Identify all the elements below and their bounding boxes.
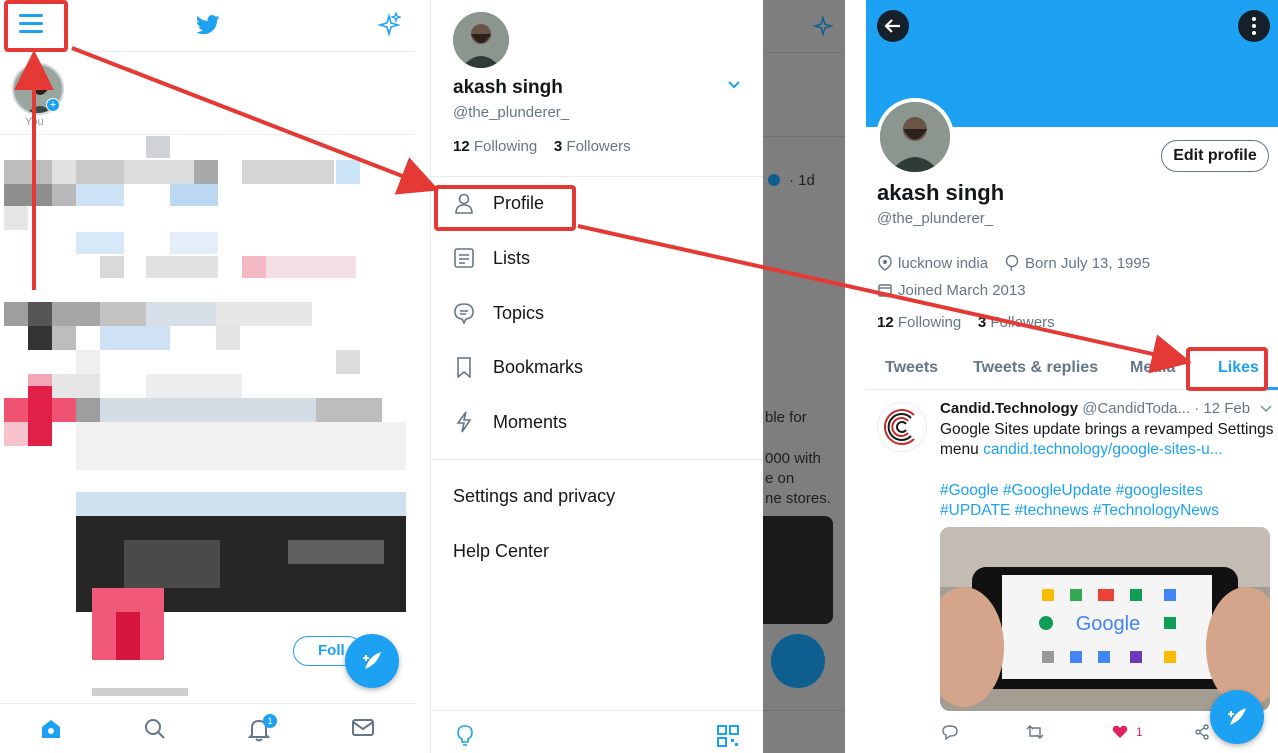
profile-birthdate: Born July 13, 1995 <box>1025 255 1151 272</box>
notification-badge: 1 <box>263 714 277 728</box>
arrow-left-icon <box>884 19 900 33</box>
compose-icon <box>1228 708 1246 725</box>
topic-icon <box>454 303 474 324</box>
qr-code-icon[interactable] <box>717 725 739 747</box>
compose-button[interactable] <box>345 634 399 688</box>
highlight-menu <box>4 0 68 52</box>
followers-label: Followers <box>990 314 1055 331</box>
more-vertical-icon <box>1252 17 1256 35</box>
divider <box>431 176 763 177</box>
lightning-icon <box>456 411 472 433</box>
home-icon[interactable] <box>40 718 62 740</box>
overlay-text: ble for <box>765 409 807 426</box>
followers-count: 3 <box>977 314 987 331</box>
sparkle-icon[interactable] <box>377 12 401 38</box>
chevron-down-icon[interactable] <box>727 80 741 90</box>
overlay-time: · 1d <box>789 172 815 189</box>
profile-follow-stats[interactable]: 12 Following 3 Followers <box>877 314 1055 331</box>
blurred-timeline <box>0 136 415 702</box>
dimmed-timeline-overlay[interactable]: · 1d ble for 000 with e on ne stores. <box>763 0 845 753</box>
tweet-header: Candid.Technology @CandidToda... · 12 Fe… <box>940 400 1276 417</box>
settings-and-privacy-link[interactable]: Settings and privacy <box>453 486 615 507</box>
more-options-button[interactable] <box>1238 10 1270 42</box>
tab-tweets-and-replies[interactable]: Tweets & replies <box>973 359 1098 377</box>
edit-profile-button[interactable]: Edit profile <box>1161 140 1269 172</box>
profile-location: lucknow india <box>898 255 989 272</box>
location-icon <box>878 255 892 271</box>
hashtag-line[interactable]: #Google #GoogleUpdate #googlesites <box>940 481 1274 501</box>
following-label: Following <box>473 138 538 155</box>
highlight-profile <box>434 185 576 231</box>
twitter-bird-icon <box>196 15 220 35</box>
following-count: 12 <box>453 138 470 155</box>
tweet-link[interactable]: candid.technology/google-sites-u... <box>983 441 1223 458</box>
search-icon[interactable] <box>144 718 166 740</box>
bookmark-icon <box>457 357 471 378</box>
profile-handle: @the_plunderer_ <box>877 210 994 227</box>
chevron-down-icon[interactable] <box>1260 405 1272 413</box>
navigation-drawer: akash singh @the_plunderer_ 12 Following… <box>431 0 763 753</box>
following-label: Following <box>897 314 962 331</box>
menu-item-label: Bookmarks <box>493 357 584 377</box>
drawer-user-handle: @the_plunderer_ <box>453 104 570 121</box>
share-icon[interactable] <box>1194 724 1210 740</box>
tweet-image[interactable]: Google <box>940 527 1270 711</box>
menu-item-label: Moments <box>493 412 568 432</box>
compose-icon <box>363 652 381 669</box>
calendar-icon <box>878 284 892 297</box>
tweet-time: · 12 Feb <box>1194 400 1251 417</box>
mail-icon[interactable] <box>352 718 374 738</box>
tab-tweets[interactable]: Tweets <box>885 359 938 377</box>
followers-count: 3 <box>553 138 563 155</box>
followers-label: Followers <box>566 138 631 155</box>
tweet-text: Google Sites update brings a revamped Se… <box>940 420 1274 460</box>
retweet-icon[interactable] <box>1026 724 1044 740</box>
list-icon <box>454 248 474 268</box>
heart-icon[interactable] <box>1112 724 1128 739</box>
tweet-author-name[interactable]: Candid.Technology <box>940 400 1078 417</box>
highlight-likes <box>1186 347 1268 391</box>
add-fleet-icon[interactable]: + <box>46 98 60 112</box>
tab-media[interactable]: Media <box>1130 359 1175 377</box>
tweet-author-handle: @CandidToda... <box>1082 400 1191 417</box>
menu-item-label: Topics <box>493 303 545 323</box>
following-count: 12 <box>877 314 894 331</box>
hashtag-line[interactable]: #UPDATE #technews #TechnologyNews <box>940 501 1274 521</box>
drawer-panel: akash singh @the_plunderer_ 12 Following… <box>430 0 845 753</box>
menu-item-label: Lists <box>493 248 531 268</box>
reply-icon[interactable] <box>942 724 958 740</box>
balloon-icon <box>1005 255 1019 271</box>
help-center-link[interactable]: Help Center <box>453 541 549 562</box>
divider <box>431 459 763 460</box>
overlay-text: ne stores. <box>765 490 831 507</box>
bottom-nav: 1 <box>0 703 415 753</box>
tweet-author-avatar[interactable] <box>877 402 927 452</box>
fleet-label: You <box>25 116 44 128</box>
tweet-image-text: Google <box>1076 613 1141 635</box>
profile-avatar[interactable] <box>876 98 954 176</box>
drawer-footer <box>431 710 763 753</box>
tweet-hashtags: #Google #GoogleUpdate #googlesites #UPDA… <box>940 481 1274 521</box>
back-button[interactable] <box>877 10 909 42</box>
lightbulb-icon[interactable] <box>455 723 475 747</box>
overlay-text: e on <box>765 470 795 487</box>
drawer-follow-stats[interactable]: 12 Following 3 Followers <box>453 138 631 155</box>
overlay-text: 000 with <box>765 450 821 467</box>
fleets-row: + <box>0 53 415 135</box>
home-timeline-panel: + You Foll 1 <box>0 0 415 753</box>
compose-button[interactable] <box>1210 690 1264 744</box>
profile-joined: Joined March 2013 <box>898 282 1026 299</box>
sparkle-icon <box>812 15 834 37</box>
avatar[interactable] <box>453 12 509 68</box>
profile-name: akash singh <box>877 180 1005 205</box>
like-count: 1 <box>1136 725 1143 739</box>
drawer-user-name: akash singh <box>453 77 563 98</box>
